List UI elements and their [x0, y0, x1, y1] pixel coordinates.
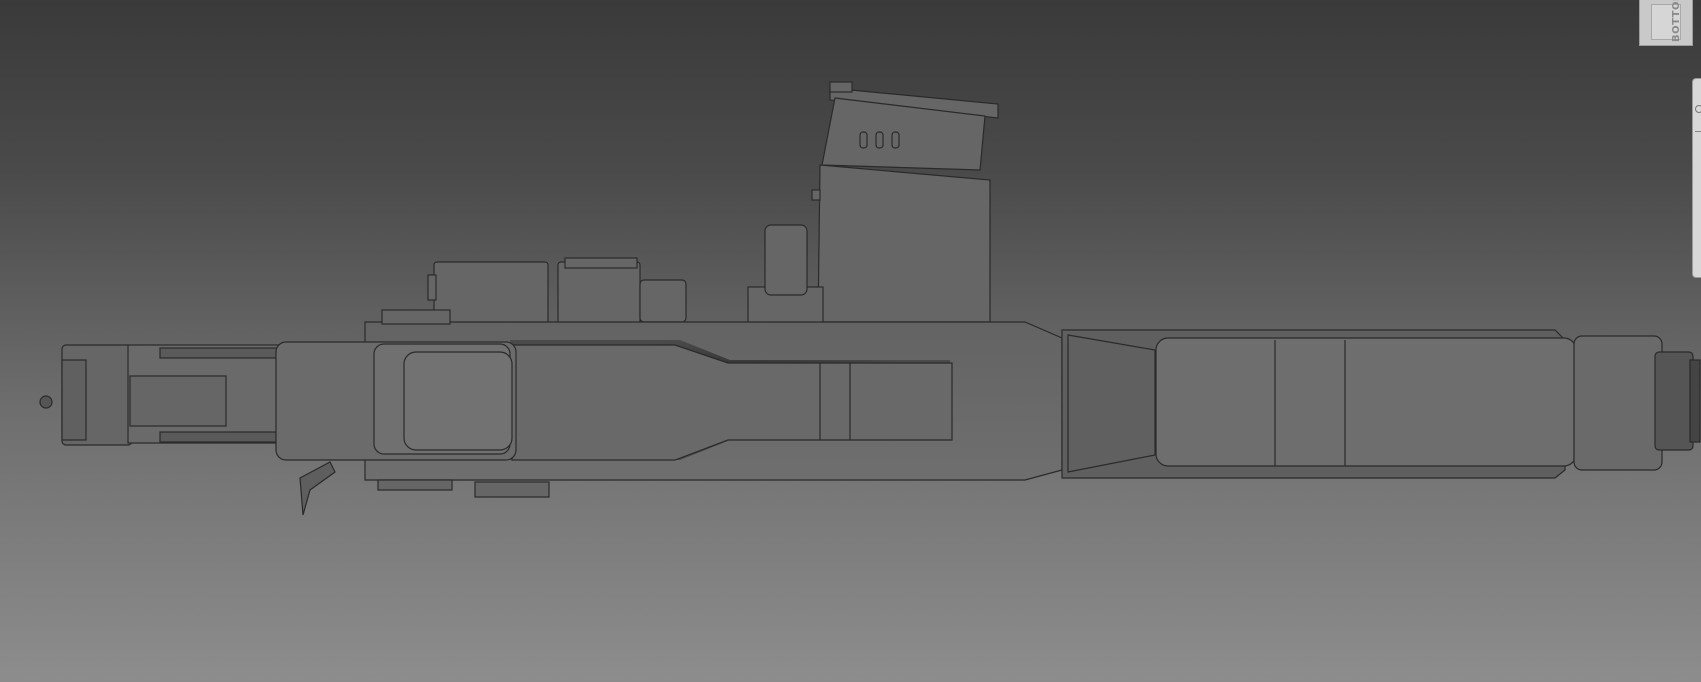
muzzle-assembly: [39, 344, 279, 446]
viewcube-face[interactable]: BOTTOM: [1651, 0, 1682, 42]
navigation-divider: [1695, 131, 1701, 132]
top-accessory-boxes: [427, 257, 687, 325]
viewcube-face-label: BOTTOM: [1671, 0, 1682, 42]
3d-model-render: [39, 81, 1701, 516]
grip-block: [275, 341, 517, 461]
stock: [1061, 329, 1701, 479]
navigation-bar[interactable]: [1692, 78, 1701, 278]
viewcube[interactable]: BOTTOM: [1639, 0, 1693, 46]
top-magazine-housing: [747, 81, 999, 324]
navigation-wheel-icon[interactable]: [1695, 105, 1701, 113]
3d-viewport[interactable]: BOTTOM: [0, 0, 1701, 682]
